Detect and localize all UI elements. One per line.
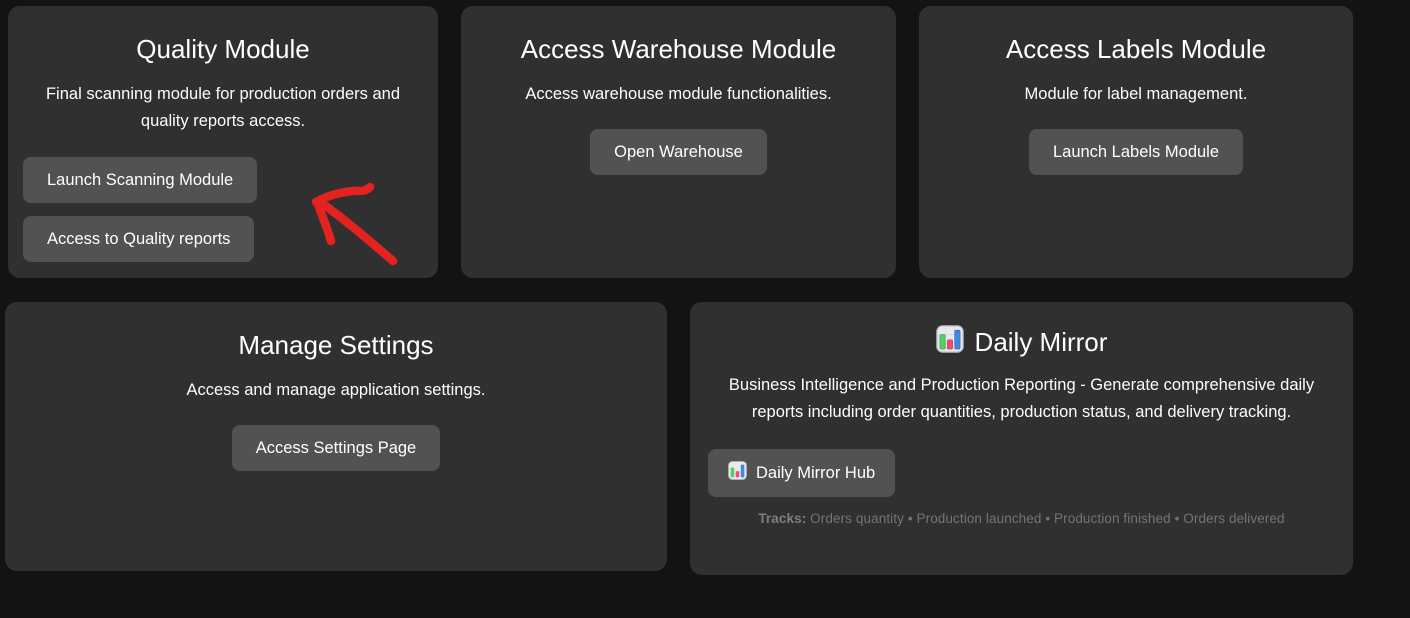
quality-module-buttons: Launch Scanning Module Access to Quality… [23,157,418,262]
tracks-label: Tracks: [758,511,806,526]
tracks-items: Orders quantity • Production launched • … [810,511,1284,526]
launch-labels-module-button[interactable]: Launch Labels Module [1029,129,1243,175]
daily-mirror-hub-button-label: Daily Mirror Hub [756,463,875,483]
settings-description: Access and manage application settings. [25,377,647,404]
launch-scanning-module-button[interactable]: Launch Scanning Module [23,157,257,203]
labels-module-card: Access Labels Module Module for label ma… [919,6,1353,278]
bar-chart-icon [936,325,964,358]
warehouse-module-card: Access Warehouse Module Access warehouse… [461,6,896,278]
access-quality-reports-button[interactable]: Access to Quality reports [23,216,254,262]
tracks-summary: Tracks: Orders quantity • Production lau… [710,511,1333,526]
daily-mirror-title: Daily Mirror [975,326,1108,358]
warehouse-module-description: Access warehouse module functionalities. [481,81,876,108]
daily-mirror-card: Daily Mirror Business Intelligence and P… [690,302,1353,575]
open-warehouse-button[interactable]: Open Warehouse [590,129,767,175]
quality-module-card: Quality Module Final scanning module for… [8,6,438,278]
daily-mirror-description: Business Intelligence and Production Rep… [721,372,1323,426]
quality-module-title: Quality Module [28,33,418,65]
daily-mirror-hub-button[interactable]: Daily Mirror Hub [708,449,895,497]
settings-title: Manage Settings [25,329,647,361]
bar-chart-icon [728,461,747,485]
settings-card: Manage Settings Access and manage applic… [5,302,667,571]
labels-module-title: Access Labels Module [939,33,1333,65]
access-settings-page-button[interactable]: Access Settings Page [232,425,441,471]
daily-mirror-button-row: Daily Mirror Hub [708,449,1333,497]
labels-module-description: Module for label management. [939,81,1333,108]
daily-mirror-title-row: Daily Mirror [710,325,1333,358]
warehouse-module-title: Access Warehouse Module [481,33,876,65]
quality-module-description: Final scanning module for production ord… [28,81,418,135]
